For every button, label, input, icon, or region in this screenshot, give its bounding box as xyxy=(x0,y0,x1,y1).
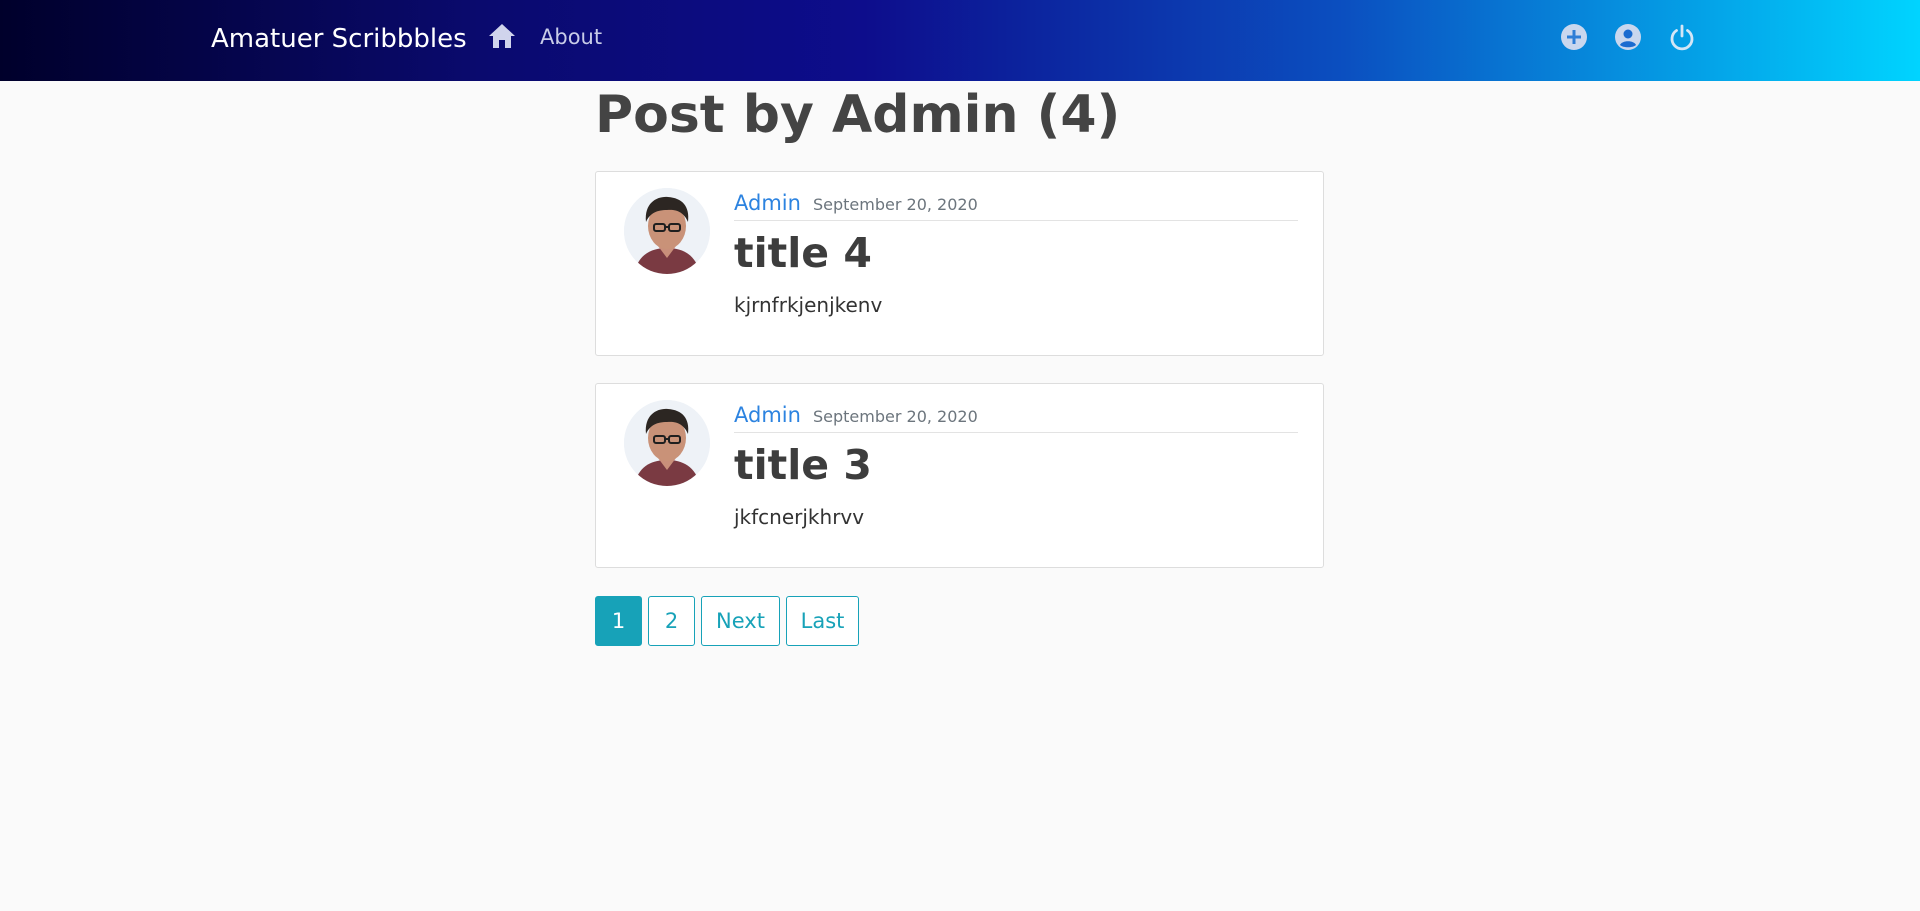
page-1-button[interactable]: 1 xyxy=(595,596,642,646)
post-card: Admin September 20, 2020 title 4 kjrnfrk… xyxy=(595,171,1324,356)
brand-link[interactable]: Amatuer Scribbbles xyxy=(211,24,467,54)
user-circle-icon[interactable] xyxy=(1614,23,1642,51)
nav-about-link[interactable]: About xyxy=(540,25,602,49)
post-author-link[interactable]: Admin xyxy=(734,191,801,215)
add-circle-icon[interactable] xyxy=(1560,23,1588,51)
author-avatar xyxy=(624,188,710,274)
post-date: September 20, 2020 xyxy=(813,407,978,426)
post-meta: Admin September 20, 2020 xyxy=(734,191,1298,221)
author-avatar xyxy=(624,400,710,486)
post-title-link[interactable]: title 3 xyxy=(734,441,872,489)
post-meta: Admin September 20, 2020 xyxy=(734,403,1298,433)
next-page-button[interactable]: Next xyxy=(701,596,780,646)
post-date: September 20, 2020 xyxy=(813,195,978,214)
power-icon[interactable] xyxy=(1668,23,1696,51)
post-content: jkfcnerjkhrvv xyxy=(734,505,865,529)
post-content: kjrnfrkjenjkenv xyxy=(734,293,883,317)
post-author-link[interactable]: Admin xyxy=(734,403,801,427)
last-page-button[interactable]: Last xyxy=(786,596,859,646)
navbar: Amatuer Scribbbles About xyxy=(0,0,1920,81)
page-title: Post by Admin (4) xyxy=(595,85,1121,145)
home-icon[interactable] xyxy=(488,23,516,49)
post-card: Admin September 20, 2020 title 3 jkfcner… xyxy=(595,383,1324,568)
post-title-link[interactable]: title 4 xyxy=(734,229,872,277)
page-2-button[interactable]: 2 xyxy=(648,596,695,646)
